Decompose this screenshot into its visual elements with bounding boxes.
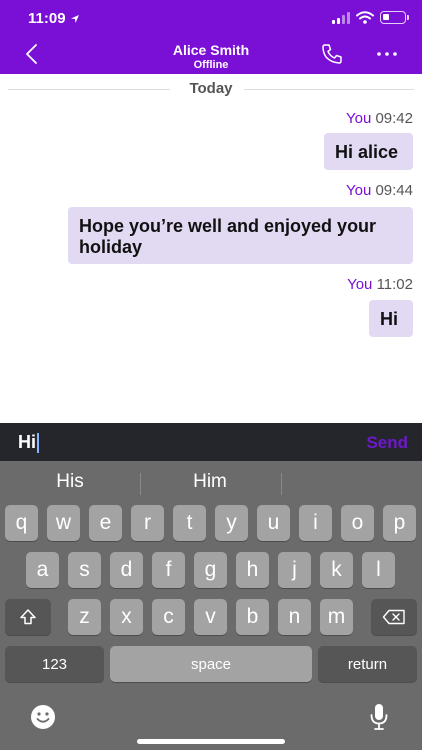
divider bbox=[281, 473, 282, 495]
message-list[interactable]: Today You 09:42 Hi alice You 09:44 Hope … bbox=[0, 74, 422, 423]
key-g[interactable]: g bbox=[194, 552, 227, 588]
message-text: Hi bbox=[380, 309, 398, 329]
key-w[interactable]: w bbox=[47, 505, 80, 541]
suggestion-bar: His Him bbox=[0, 461, 422, 505]
battery-icon bbox=[380, 11, 409, 24]
message-meta: You 09:44 bbox=[346, 182, 413, 199]
key-a[interactable]: a bbox=[26, 552, 59, 588]
text-caret bbox=[37, 432, 39, 453]
message-text: Hi alice bbox=[335, 142, 399, 162]
message-time: 09:44 bbox=[375, 182, 413, 199]
key-s[interactable]: s bbox=[68, 552, 101, 588]
key-r[interactable]: r bbox=[131, 505, 164, 541]
key-t[interactable]: t bbox=[173, 505, 206, 541]
message-time: 09:42 bbox=[375, 110, 413, 127]
key-k[interactable]: k bbox=[320, 552, 353, 588]
key-v[interactable]: v bbox=[194, 599, 227, 635]
contact-name: Alice Smith bbox=[172, 42, 250, 58]
message-sender: You bbox=[345, 182, 372, 199]
message-input[interactable]: Hi bbox=[18, 432, 39, 453]
key-i[interactable]: i bbox=[299, 505, 332, 541]
divider bbox=[244, 89, 414, 90]
key-c[interactable]: c bbox=[152, 599, 185, 635]
divider bbox=[140, 473, 141, 495]
key-x[interactable]: x bbox=[110, 599, 143, 635]
message-input-value: Hi bbox=[18, 432, 36, 452]
key-e[interactable]: e bbox=[89, 505, 122, 541]
wifi-icon bbox=[356, 11, 374, 24]
status-time-text: 11:09 bbox=[28, 10, 66, 27]
emoji-button[interactable] bbox=[28, 702, 58, 732]
message-sender: You bbox=[345, 110, 372, 127]
suggestion-item[interactable]: His bbox=[20, 471, 120, 493]
key-u[interactable]: u bbox=[257, 505, 290, 541]
message-sender: You bbox=[347, 276, 373, 293]
message-text: Hope you’re well and enjoyed your holida… bbox=[79, 216, 377, 257]
message-bubble[interactable]: Hi bbox=[369, 300, 413, 337]
day-separator: Today bbox=[8, 80, 414, 98]
message-meta: You 09:42 bbox=[346, 110, 413, 127]
message-bubble[interactable]: Hi alice bbox=[324, 133, 413, 170]
battery-level bbox=[383, 14, 389, 20]
dictation-button[interactable] bbox=[364, 701, 394, 733]
status-icons bbox=[332, 11, 409, 24]
key-q[interactable]: q bbox=[5, 505, 38, 541]
key-b[interactable]: b bbox=[236, 599, 269, 635]
suggestion-item[interactable]: Him bbox=[160, 471, 260, 493]
space-key[interactable]: space bbox=[110, 646, 312, 682]
key-n[interactable]: n bbox=[278, 599, 311, 635]
message-meta: You 11:02 bbox=[347, 276, 413, 293]
key-d[interactable]: d bbox=[110, 552, 143, 588]
backspace-icon bbox=[382, 609, 405, 625]
key-m[interactable]: m bbox=[320, 599, 353, 635]
more-horizontal-icon bbox=[377, 52, 397, 56]
numbers-key[interactable]: 123 bbox=[5, 646, 104, 682]
return-key[interactable]: return bbox=[318, 646, 417, 682]
shift-icon bbox=[20, 609, 36, 625]
more-options-button[interactable] bbox=[372, 40, 402, 68]
key-y[interactable]: y bbox=[215, 505, 248, 541]
key-p[interactable]: p bbox=[383, 505, 416, 541]
key-h[interactable]: h bbox=[236, 552, 269, 588]
emoji-icon bbox=[31, 705, 55, 729]
call-button[interactable] bbox=[318, 40, 346, 68]
message-time: 11:02 bbox=[376, 276, 413, 293]
contact-status: Offline bbox=[193, 59, 229, 71]
microphone-icon bbox=[370, 704, 388, 730]
delete-key[interactable] bbox=[371, 599, 417, 635]
keyboard: His Him q w e r t y u i o p a s d f g h … bbox=[0, 461, 422, 750]
status-time: 11:09 bbox=[28, 10, 80, 27]
key-j[interactable]: j bbox=[278, 552, 311, 588]
shift-key[interactable] bbox=[5, 599, 51, 635]
home-indicator bbox=[137, 739, 285, 744]
message-bubble[interactable]: Hope you’re well and enjoyed your holida… bbox=[68, 207, 413, 264]
key-l[interactable]: l bbox=[362, 552, 395, 588]
key-f[interactable]: f bbox=[152, 552, 185, 588]
contact-info: Alice Smith Offline bbox=[0, 42, 422, 71]
phone-icon bbox=[322, 44, 342, 64]
message-composer: Hi Send bbox=[0, 423, 422, 461]
key-z[interactable]: z bbox=[68, 599, 101, 635]
send-button[interactable]: Send bbox=[366, 433, 408, 453]
key-o[interactable]: o bbox=[341, 505, 374, 541]
chat-header: 11:09 Alice Smith Offline bbox=[0, 0, 422, 74]
cellular-signal-icon bbox=[332, 11, 350, 24]
location-arrow-icon bbox=[70, 14, 79, 23]
